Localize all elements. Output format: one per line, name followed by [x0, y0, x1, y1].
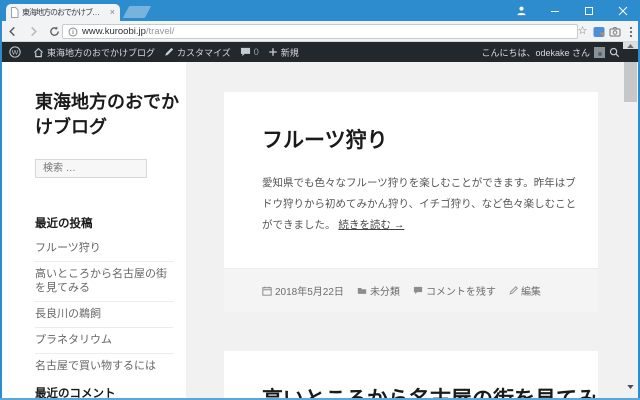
customize-label: カスタマイズ — [177, 47, 231, 58]
blog-title[interactable]: 東海地方のおでかけブログ — [35, 90, 185, 140]
tab-title: 東海地方のおでかけブログ — [22, 8, 106, 17]
scrollbar-down-icon[interactable] — [623, 382, 638, 392]
blue-extension-icon[interactable] — [591, 24, 606, 39]
new-label: 新規 — [280, 47, 299, 58]
page-scrollbar[interactable] — [623, 42, 638, 398]
main-content: フルーツ狩り 愛知県でも色々なフルーツ狩りを楽しむことができます。昨年はブドウ狩… — [186, 62, 625, 398]
camera-extension-icon[interactable] — [607, 24, 622, 39]
recent-comments-heading: 最近のコメント — [35, 388, 116, 398]
admin-greeting[interactable]: こんにちは、odekake さん — [481, 46, 590, 59]
browser-tab[interactable]: 東海地方のおでかけブログ × — [6, 4, 120, 21]
browser-window: 東海地方のおでかけブログ × www.kuroobi.jp /travel/ ☆… — [0, 0, 640, 400]
edit-post-link[interactable]: 編集 — [509, 283, 541, 298]
post-title-link[interactable]: 高いところから名古屋の街を見てみる — [224, 351, 598, 398]
calendar-icon — [262, 286, 272, 296]
menu-dots-icon[interactable] — [623, 24, 638, 39]
reload-icon[interactable] — [45, 22, 63, 40]
post-card: フルーツ狩り 愛知県でも色々なフルーツ狩りを楽しむことができます。昨年はブドウ狩… — [224, 92, 598, 312]
svg-text:W: W — [12, 50, 19, 57]
url-host: www.kuroobi.jp — [82, 26, 146, 37]
tab-close-icon[interactable]: × — [109, 8, 116, 17]
window-border-left — [0, 21, 2, 400]
folder-icon — [357, 288, 367, 294]
recent-post-link[interactable]: フルーツ狩り — [35, 236, 173, 262]
recent-post-link[interactable]: 長良川の鵜飼 — [35, 302, 173, 328]
plus-icon — [269, 48, 277, 56]
scrollbar-up-icon[interactable] — [623, 42, 638, 49]
read-more-link[interactable]: 続きを読む → — [338, 219, 404, 231]
titlebar: 東海地方のおでかけブログ × — [0, 0, 640, 21]
search-input[interactable] — [35, 159, 147, 178]
post-meta-footer: 2018年5月22日 未分類 コメントを残す 編集 — [224, 268, 598, 312]
customize-pencil-icon — [165, 47, 174, 56]
sidebar: 東海地方のおでかけブログ 最近の投稿 フルーツ狩り高いところから名古屋の街を見て… — [2, 62, 186, 398]
customize-link[interactable]: カスタマイズ — [164, 46, 231, 59]
minimize-button[interactable] — [538, 0, 572, 21]
address-bar[interactable]: www.kuroobi.jp/travel/ — [62, 24, 578, 39]
recent-post-link[interactable]: 高いところから名古屋の街を見てみる — [35, 262, 173, 302]
excerpt-text: 愛知県でも色々なフルーツ狩りを楽しむことができます。昨年はブドウ狩りから初めてみ… — [262, 177, 577, 231]
info-icon[interactable] — [68, 27, 78, 37]
recent-posts-list: フルーツ狩り 高いところから名古屋の街を見てみる 長良川の鵜飼 プラネタリウム 名古屋で… — [35, 236, 173, 379]
wp-logo-icon[interactable]: W — [9, 46, 24, 58]
back-icon[interactable] — [3, 22, 21, 40]
profile-icon[interactable] — [504, 0, 538, 21]
comments-link[interactable]: 0 — [240, 47, 259, 57]
comment-icon — [413, 286, 423, 295]
bookmark-star-icon[interactable]: ☆ — [575, 24, 590, 39]
browser-toolbar: www.kuroobi.jp/travel/ ☆ — [0, 21, 640, 42]
document-favicon-icon — [11, 7, 19, 18]
post-card: 高いところから名古屋の街を見てみる — [224, 351, 598, 398]
recent-post-link[interactable]: プラネタリウム — [35, 328, 173, 354]
comments-bubble-icon — [240, 47, 250, 57]
edit-pencil-icon — [509, 286, 518, 295]
comments-count: 0 — [253, 47, 259, 57]
page-content: 東海地方のおでかけブログ 最近の投稿 フルーツ狩り高いところから名古屋の街を見て… — [2, 62, 638, 398]
home-icon — [33, 47, 44, 57]
url-path: /travel/ — [145, 26, 175, 37]
post-excerpt: 愛知県でも色々なフルーツ狩りを楽しむことができます。昨年はブドウ狩りから初めてみ… — [262, 173, 578, 236]
post-title-link[interactable]: フルーツ狩り — [224, 92, 598, 156]
avatar[interactable] — [594, 46, 605, 58]
recent-posts-heading: 最近の投稿 — [35, 218, 93, 230]
post-date: 2018年5月22日 — [262, 283, 344, 298]
new-tab-button[interactable] — [122, 6, 152, 18]
new-content-link[interactable]: 新規 — [268, 46, 299, 59]
wp-admin-bar: W 東海地方のおでかけブログ カスタマイズ 0 新規 こんにちは、odekake… — [0, 42, 640, 62]
recent-post-link[interactable]: 名古屋で買い物するには — [35, 354, 173, 379]
scrollbar-thumb[interactable] — [624, 62, 637, 102]
admin-bar-site-name: 東海地方のおでかけブログ — [47, 47, 156, 58]
forward-icon[interactable] — [24, 22, 42, 40]
admin-bar-site-link[interactable]: 東海地方のおでかけブログ — [33, 46, 155, 59]
scrollbar-dark-segment — [623, 49, 638, 62]
maximize-button[interactable] — [572, 0, 606, 21]
close-button[interactable] — [606, 0, 640, 21]
leave-comment-link[interactable]: コメントを残す — [413, 283, 496, 298]
search-icon[interactable] — [609, 47, 620, 58]
post-category-link[interactable]: 未分類 — [357, 283, 400, 298]
